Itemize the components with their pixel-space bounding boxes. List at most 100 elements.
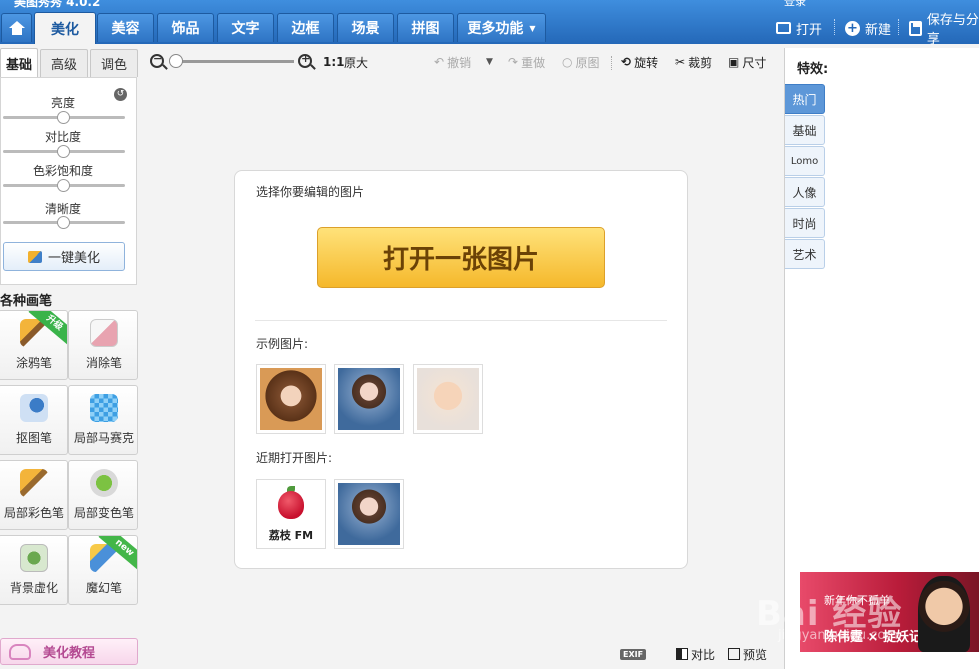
cutout-pen-icon (20, 394, 48, 422)
doodle-brush-tool[interactable]: 涂鸦笔 升级 (0, 310, 68, 380)
left-panel: 基础 高级 调色 ↺ 亮度 对比度 色彩饱和度 清晰度 一键美化 各种画笔 涂鸦… (0, 44, 140, 669)
paint-brush-icon (20, 469, 48, 497)
open-button[interactable]: 打开 (776, 18, 822, 38)
tab-collage[interactable]: 拼图 (397, 13, 454, 42)
undo-dropdown[interactable]: ▼ (486, 53, 493, 71)
baidu-watermark-url: jingyan.baidu.com (778, 628, 898, 643)
sample-image-2[interactable] (334, 364, 404, 434)
saturation-slider-knob[interactable] (57, 179, 70, 192)
ad-portrait (918, 576, 970, 652)
fx-tab-art[interactable]: 艺术 (785, 239, 825, 269)
select-image-prompt: 选择你要编辑的图片 (256, 185, 365, 199)
zoom-slider-knob[interactable] (169, 54, 183, 68)
resize-button[interactable]: ▣ 尺寸 (728, 53, 766, 71)
original-size-button[interactable]: 原大 (344, 53, 368, 71)
tab-scene[interactable]: 场景 (337, 13, 394, 42)
compare-button[interactable]: 对比 (676, 646, 715, 662)
sample-images-label: 示例图片: (256, 337, 309, 351)
title-strip: 美图秀秀 4.0.2 登录 (0, 0, 979, 8)
app-title: 美图秀秀 4.0.2 (14, 0, 101, 8)
lychee-icon (278, 491, 304, 519)
save-share-button[interactable]: 保存与分享 (909, 13, 979, 47)
circle-icon: ○ (562, 55, 573, 69)
sample-photo (338, 368, 400, 430)
fx-tab-hot[interactable]: 热门 (785, 84, 825, 114)
eraser-icon (90, 319, 118, 347)
mosaic-icon (90, 394, 118, 422)
local-recolor-brush-tool[interactable]: 局部变色笔 (68, 460, 138, 530)
login-link[interactable]: 登录 (784, 0, 806, 8)
undo-button[interactable]: ↶ 撤销 (434, 53, 471, 71)
fx-tab-fashion[interactable]: 时尚 (785, 208, 825, 238)
redo-icon: ↷ (508, 55, 519, 69)
tab-beauty[interactable]: 美容 (97, 13, 154, 42)
effects-title: 特效: (797, 62, 829, 77)
sample-image-1[interactable] (256, 364, 326, 434)
subtab-basic[interactable]: 基础 (0, 48, 38, 78)
compare-icon (676, 648, 688, 660)
new-button[interactable]: + 新建 (845, 18, 891, 38)
background-blur-tool[interactable]: 背景虚化 (0, 535, 68, 605)
one-key-beautify-button[interactable]: 一键美化 (3, 242, 125, 271)
sharpness-slider-knob[interactable] (57, 216, 70, 229)
divider (611, 56, 612, 70)
recent-images-label: 近期打开图片: (256, 451, 333, 465)
zoom-out-icon[interactable]: − (150, 52, 164, 68)
scissors-icon: ✂ (675, 55, 686, 69)
recent-image-2[interactable] (334, 479, 404, 549)
open-image-card: 选择你要编辑的图片 打开一张图片 示例图片: 近期打开图片: 荔枝 FM (234, 170, 688, 569)
paint-icon (27, 250, 42, 263)
exif-badge: EXIF (620, 648, 647, 660)
lizhi-fm-logo: 荔枝 FM (260, 483, 322, 545)
original-image-button[interactable]: ○ 原图 (562, 53, 600, 71)
sample-photo (260, 368, 322, 430)
eraser-brush-tool[interactable]: 消除笔 (68, 310, 138, 380)
sample-photo (417, 368, 479, 430)
resize-icon: ▣ (728, 55, 740, 69)
divider (834, 19, 835, 35)
subtab-advanced[interactable]: 高级 (40, 49, 88, 77)
fx-tab-basic[interactable]: 基础 (785, 115, 825, 145)
cutout-brush-tool[interactable]: 抠图笔 (0, 385, 68, 455)
mosaic-brush-tool[interactable]: 局部马赛克 (68, 385, 138, 455)
open-image-button[interactable]: 打开一张图片 (317, 227, 605, 288)
saturation-label: 色彩饱和度 (32, 164, 93, 178)
brightness-label: 亮度 (50, 96, 75, 110)
beautify-tutorial-button[interactable]: 美化教程 (0, 638, 138, 665)
local-color-brush-tool[interactable]: 局部彩色笔 (0, 460, 68, 530)
redo-button[interactable]: ↷ 重做 (508, 53, 545, 71)
color-bucket-icon (90, 469, 118, 497)
magic-brush-tool[interactable]: 魔幻笔 new (68, 535, 138, 605)
tab-accessories[interactable]: 饰品 (157, 13, 214, 42)
tab-frame[interactable]: 边框 (277, 13, 334, 42)
tab-more-features[interactable]: 更多功能 ▼ (457, 13, 546, 42)
chevron-down-icon: ▼ (486, 57, 493, 67)
rotate-button[interactable]: ⟲ 旋转 (621, 53, 658, 71)
crop-button[interactable]: ✂ 裁剪 (675, 53, 712, 71)
divider (898, 19, 899, 35)
fx-tab-lomo[interactable]: Lomo (785, 146, 825, 176)
sample-image-3[interactable] (413, 364, 483, 434)
exif-button[interactable]: EXIF (620, 646, 647, 662)
chevron-down-icon: ▼ (529, 23, 536, 33)
subtab-color[interactable]: 调色 (90, 49, 138, 77)
tab-home[interactable] (1, 13, 32, 42)
recent-photo (338, 483, 400, 545)
preview-button[interactable]: 预览 (728, 646, 767, 662)
save-icon (909, 20, 922, 36)
brightness-slider-knob[interactable] (57, 111, 70, 124)
recent-image-1[interactable]: 荔枝 FM (256, 479, 326, 549)
plus-icon: + (845, 20, 860, 36)
folder-icon (776, 22, 791, 34)
rotate-icon: ⟲ (621, 55, 632, 69)
zoom-slider[interactable] (170, 60, 294, 63)
zoom-ratio[interactable]: 1:1 (323, 53, 345, 71)
fx-tab-portrait[interactable]: 人像 (785, 177, 825, 207)
brushes-section-title: 各种画笔 (0, 294, 53, 309)
divider (255, 320, 667, 321)
tab-beautify[interactable]: 美化 (34, 12, 96, 44)
blur-icon (20, 544, 48, 572)
contrast-slider-knob[interactable] (57, 145, 70, 158)
tab-text[interactable]: 文字 (217, 13, 274, 42)
zoom-in-icon[interactable]: + (298, 52, 312, 68)
